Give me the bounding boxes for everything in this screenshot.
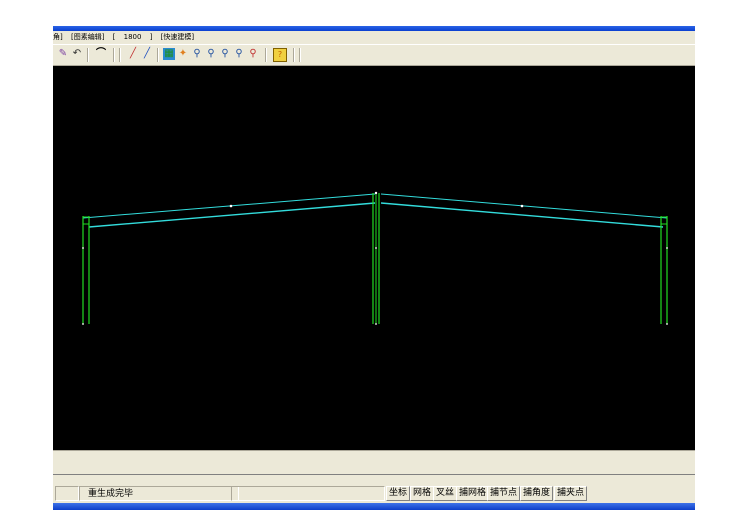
snap-to-angle-button[interactable]: 捕角度: [520, 486, 554, 501]
ridge-node[interactable]: [374, 191, 378, 195]
snap-tool-icon[interactable]: ✦: [177, 48, 189, 60]
status-message: 重生成完毕: [79, 486, 239, 501]
status-message-text: 重生成完毕: [88, 489, 134, 499]
toolbar-separator: [293, 48, 295, 62]
snap-coords-button[interactable]: 坐标: [386, 486, 411, 501]
zoom-out-icon[interactable]: ⚲: [233, 48, 245, 60]
menu-bracket-open: [: [112, 33, 116, 41]
toolbar-separator: [157, 48, 159, 62]
column-node: [666, 247, 668, 249]
menu-bracket-close: ]: [149, 33, 153, 41]
command-divider: [53, 474, 695, 475]
edit-pen-icon[interactable]: ✎: [57, 48, 69, 60]
drawing-canvas[interactable]: [53, 66, 695, 450]
toolbar-separator: [299, 48, 301, 62]
zoom-in-icon[interactable]: ⚲: [219, 48, 231, 60]
toolbar-separator: [119, 48, 121, 62]
app-window: 角] [图素编辑] [ 1800 ] [快速建模] ✎ ↶ ⌒ ╱ ╱ ▦ ✦ …: [53, 26, 695, 510]
zoom-window-icon[interactable]: ⚲: [191, 48, 203, 60]
menu-item-element-edit[interactable]: [图素编辑]: [71, 33, 104, 41]
line-draw-icon[interactable]: ╱: [127, 48, 139, 60]
status-pane-blank: [55, 486, 79, 501]
rafter-node[interactable]: [520, 204, 524, 208]
toolbar-separator: [113, 48, 115, 62]
taskbar-strip: [53, 503, 695, 510]
base-node: [375, 323, 377, 325]
menu-bar: 角] [图素编辑] [ 1800 ] [快速建模]: [53, 31, 695, 44]
toolbar-separator: [265, 48, 267, 62]
menu-item-quick-model[interactable]: [快速建模]: [161, 33, 194, 41]
toolbar-separator: [87, 48, 89, 62]
menu-item-left[interactable]: 角]: [53, 33, 63, 41]
base-node: [82, 323, 84, 325]
help-icon[interactable]: ?: [273, 48, 287, 62]
rafter-node[interactable]: [229, 204, 233, 208]
grid-select-icon[interactable]: ▦: [163, 48, 175, 60]
snap-grid-button[interactable]: 网格: [410, 486, 435, 501]
snap-crosshair-button[interactable]: 叉丝: [433, 486, 458, 501]
zoom-previous-icon[interactable]: ⚲: [247, 48, 259, 60]
menu-value-field[interactable]: 1800: [124, 33, 142, 41]
status-bar: 重生成完毕 坐标 网格 叉丝 捕网格 捕节点 捕角度 捕夹点: [53, 485, 695, 501]
snap-to-grip-button[interactable]: 捕夹点: [554, 486, 588, 501]
toolbar: ✎ ↶ ⌒ ╱ ╱ ▦ ✦ ⚲ ⚲ ⚲ ⚲ ⚲ ?: [53, 44, 695, 66]
column-node: [82, 247, 84, 249]
zoom-all-icon[interactable]: ⚲: [205, 48, 217, 60]
undo-icon[interactable]: ↶: [71, 48, 83, 60]
arc-icon[interactable]: ⌒: [95, 48, 107, 60]
canvas-background: [53, 66, 695, 450]
line-edit-icon[interactable]: ╱: [141, 48, 153, 60]
column-node: [375, 247, 377, 249]
base-node: [666, 323, 668, 325]
status-pane-coords: [231, 486, 385, 501]
snap-to-grid-button[interactable]: 捕网格: [456, 486, 490, 501]
snap-to-node-button[interactable]: 捕节点: [487, 486, 521, 501]
command-area: [53, 450, 695, 478]
